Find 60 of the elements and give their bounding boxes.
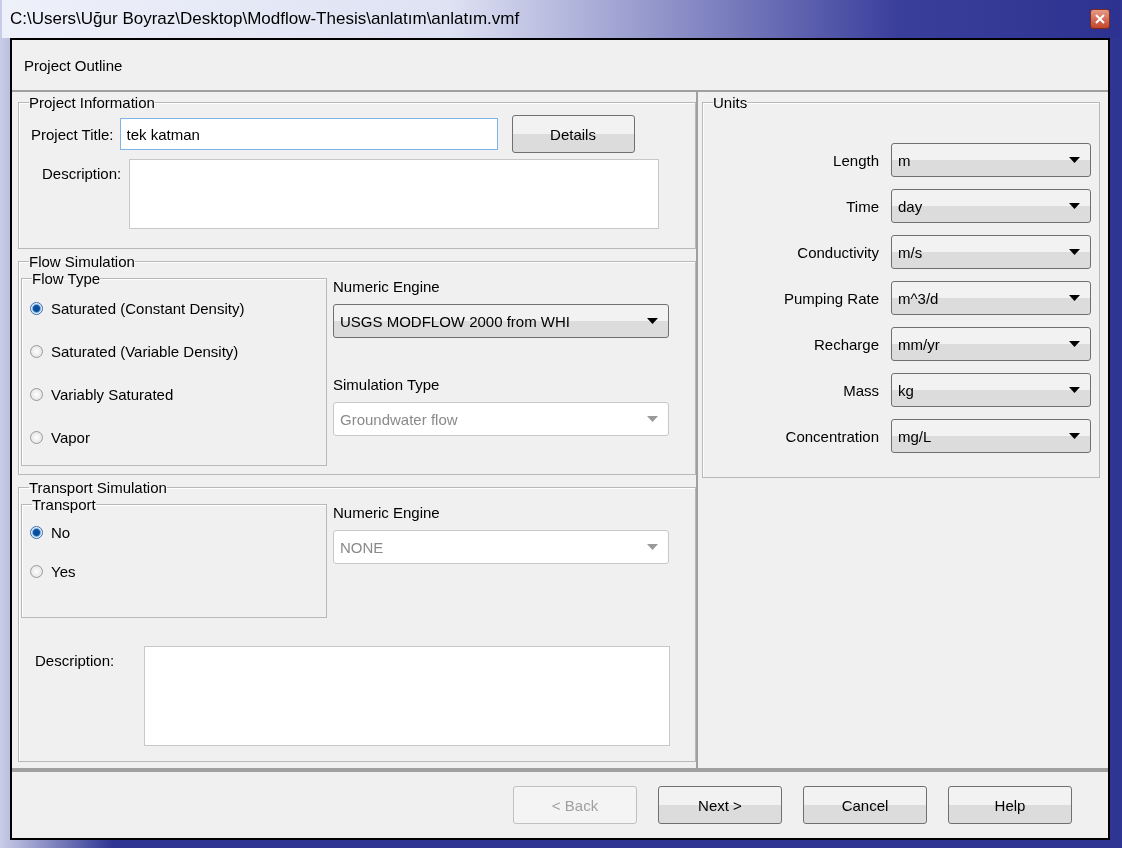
dropdown[interactable]: m^3/d <box>891 281 1091 315</box>
radio-button[interactable] <box>30 526 43 539</box>
page-heading: Project Outline <box>24 56 123 74</box>
field-label: Project Title: <box>31 125 114 143</box>
radio-option[interactable]: No <box>30 513 318 552</box>
wizard-button[interactable]: Cancel <box>803 786 927 824</box>
group-title: Flow Type <box>32 270 101 287</box>
radio-button[interactable] <box>30 388 43 401</box>
group-title: Transport Simulation <box>29 479 167 496</box>
radio-option[interactable]: Yes <box>30 552 318 591</box>
field-label: Concentration <box>784 427 879 445</box>
field-label: Numeric Engine <box>333 278 441 297</box>
field-label: Recharge <box>812 335 879 353</box>
group-title: Transport <box>32 496 96 513</box>
field-label: Mass <box>842 381 879 399</box>
radio-option[interactable]: Saturated (Constant Density) <box>30 287 318 330</box>
dropdown[interactable]: USGS MODFLOW 2000 from WHI <box>333 304 669 338</box>
caret-icon <box>647 318 658 324</box>
radio-button[interactable] <box>30 345 43 358</box>
details-button[interactable]: Details <box>511 115 635 153</box>
field-label: Description: <box>35 652 115 671</box>
caret-icon <box>1069 433 1080 439</box>
dropdown[interactable]: day <box>891 189 1091 223</box>
radio-option[interactable]: Saturated (Variable Density) <box>30 330 318 373</box>
field-label: Pumping Rate <box>782 289 879 307</box>
caret-icon <box>647 416 658 422</box>
wizard-button[interactable]: Help <box>948 786 1072 824</box>
close-icon <box>1095 14 1105 24</box>
caret-icon <box>1069 157 1080 163</box>
dropdown[interactable]: mg/L <box>891 419 1091 453</box>
radio-button[interactable] <box>30 431 43 444</box>
radio-option[interactable]: Variably Saturated <box>30 373 318 416</box>
group-title: Units <box>713 94 748 111</box>
group-title: Flow Simulation <box>29 253 135 270</box>
radio-button[interactable] <box>30 565 43 578</box>
field-label: Simulation Type <box>333 376 441 395</box>
caret-icon <box>1069 341 1080 347</box>
field-label: Time <box>845 197 879 215</box>
dropdown[interactable]: m/s <box>891 235 1091 269</box>
caret-icon <box>1069 295 1080 301</box>
caret-icon <box>1069 387 1080 393</box>
project-title-field[interactable]: tek katman <box>119 118 498 150</box>
dropdown[interactable]: kg <box>891 373 1091 407</box>
radio-button[interactable] <box>30 302 43 315</box>
caret-icon <box>1069 249 1080 255</box>
window-title: C:\Users\Uğur Boyraz\Desktop\Modflow-Thesis\anlatım\anlatım.vmf <box>10 9 520 29</box>
caret-icon <box>1069 203 1080 209</box>
wizard-button[interactable]: Next > <box>658 786 782 824</box>
field-label: Length <box>832 151 879 169</box>
close-button[interactable] <box>1090 9 1110 29</box>
radio-option[interactable]: Vapor <box>30 416 318 459</box>
dropdown[interactable]: m <box>891 143 1091 177</box>
caret-icon <box>647 544 658 550</box>
field-label: Description: <box>42 165 122 184</box>
field-label: Numeric Engine <box>333 504 441 523</box>
dropdown[interactable]: mm/yr <box>891 327 1091 361</box>
description-field[interactable] <box>129 159 660 229</box>
field-label: Conductivity <box>796 243 879 261</box>
group-title: Project Information <box>29 94 155 111</box>
description-field[interactable] <box>144 646 671 746</box>
